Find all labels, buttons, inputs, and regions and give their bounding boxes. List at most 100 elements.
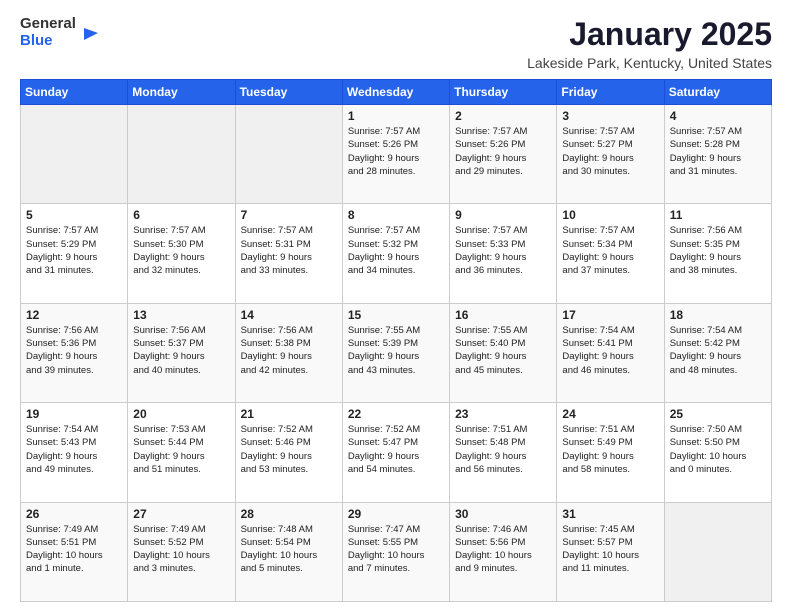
day-number: 7	[241, 208, 337, 222]
calendar-day-cell: 20Sunrise: 7:53 AM Sunset: 5:44 PM Dayli…	[128, 403, 235, 502]
day-info: Sunrise: 7:57 AM Sunset: 5:32 PM Dayligh…	[348, 224, 444, 277]
calendar-week-row: 1 Sunrise: 7:57 AM Sunset: 5:26 PM Daylig…	[21, 105, 772, 204]
day-number: 4	[670, 109, 766, 123]
day-number: 14	[241, 308, 337, 322]
day-info: Sunrise: 7:54 AM Sunset: 5:42 PM Dayligh…	[670, 324, 766, 377]
day-number: 12	[26, 308, 122, 322]
month-title: January 2025	[527, 16, 772, 53]
day-number: 24	[562, 407, 658, 421]
calendar-day-cell: 12 Sunrise: 7:56 AM Sunset: 5:36 PM Dayli…	[21, 303, 128, 402]
calendar-day-header: Friday	[557, 80, 664, 105]
calendar-day-header: Tuesday	[235, 80, 342, 105]
day-number: 6	[133, 208, 229, 222]
calendar-week-row: 12 Sunrise: 7:56 AM Sunset: 5:36 PM Dayli…	[21, 303, 772, 402]
day-number: 17	[562, 308, 658, 322]
calendar-day-cell: 26 Sunrise: 7:49 AM Sunset: 5:51 PM Dayli…	[21, 502, 128, 601]
day-info: Sunrise: 7:52 AM Sunset: 5:47 PM Dayligh…	[348, 423, 444, 476]
day-number: 2	[455, 109, 551, 123]
calendar-day-cell: 23 Sunrise: 7:51 AM Sunset: 5:48 PM Dayli…	[450, 403, 557, 502]
day-number: 26	[26, 507, 122, 521]
day-number: 1	[348, 109, 444, 123]
day-number: 18	[670, 308, 766, 322]
day-number: 5	[26, 208, 122, 222]
calendar-day-cell: 15 Sunrise: 7:55 AM Sunset: 5:39 PM Dayli…	[342, 303, 449, 402]
calendar-day-cell: 9Sunrise: 7:57 AM Sunset: 5:33 PM Daylig…	[450, 204, 557, 303]
day-info: Sunrise: 7:56 AM Sunset: 5:37 PM Dayligh…	[133, 324, 229, 377]
calendar-day-cell: 24 Sunrise: 7:51 AM Sunset: 5:49 PM Dayli…	[557, 403, 664, 502]
calendar-day-cell: 17 Sunrise: 7:54 AM Sunset: 5:41 PM Dayli…	[557, 303, 664, 402]
day-info: Sunrise: 7:52 AM Sunset: 5:46 PM Dayligh…	[241, 423, 337, 476]
day-number: 11	[670, 208, 766, 222]
day-info: Sunrise: 7:51 AM Sunset: 5:48 PM Dayligh…	[455, 423, 551, 476]
calendar-day-cell: 6 Sunrise: 7:57 AM Sunset: 5:30 PM Daylig…	[128, 204, 235, 303]
calendar-day-cell: 2 Sunrise: 7:57 AM Sunset: 5:26 PM Daylig…	[450, 105, 557, 204]
calendar-day-header: Saturday	[664, 80, 771, 105]
day-number: 13	[133, 308, 229, 322]
day-info: Sunrise: 7:55 AM Sunset: 5:40 PM Dayligh…	[455, 324, 551, 377]
day-info: Sunrise: 7:57 AM Sunset: 5:33 PM Dayligh…	[455, 224, 551, 277]
calendar-day-cell: 10Sunrise: 7:57 AM Sunset: 5:34 PM Dayli…	[557, 204, 664, 303]
logo-general: General	[20, 16, 76, 33]
day-info: Sunrise: 7:57 AM Sunset: 5:29 PM Dayligh…	[26, 224, 122, 277]
calendar-day-cell: 1 Sunrise: 7:57 AM Sunset: 5:26 PM Daylig…	[342, 105, 449, 204]
logo-blue: Blue	[20, 33, 76, 50]
calendar-week-row: 19Sunrise: 7:54 AM Sunset: 5:43 PM Dayli…	[21, 403, 772, 502]
day-number: 22	[348, 407, 444, 421]
calendar-day-cell	[235, 105, 342, 204]
calendar-day-header: Sunday	[21, 80, 128, 105]
day-number: 29	[348, 507, 444, 521]
day-number: 20	[133, 407, 229, 421]
calendar-day-cell: 25 Sunrise: 7:50 AM Sunset: 5:50 PM Dayli…	[664, 403, 771, 502]
day-number: 8	[348, 208, 444, 222]
day-info: Sunrise: 7:55 AM Sunset: 5:39 PM Dayligh…	[348, 324, 444, 377]
day-info: Sunrise: 7:57 AM Sunset: 5:31 PM Dayligh…	[241, 224, 337, 277]
day-info: Sunrise: 7:50 AM Sunset: 5:50 PM Dayligh…	[670, 423, 766, 476]
calendar-day-header: Monday	[128, 80, 235, 105]
day-info: Sunrise: 7:48 AM Sunset: 5:54 PM Dayligh…	[241, 523, 337, 576]
day-info: Sunrise: 7:57 AM Sunset: 5:30 PM Dayligh…	[133, 224, 229, 277]
day-info: Sunrise: 7:54 AM Sunset: 5:41 PM Dayligh…	[562, 324, 658, 377]
calendar-day-cell: 7 Sunrise: 7:57 AM Sunset: 5:31 PM Daylig…	[235, 204, 342, 303]
calendar-day-cell: 5 Sunrise: 7:57 AM Sunset: 5:29 PM Daylig…	[21, 204, 128, 303]
calendar-day-cell: 31Sunrise: 7:45 AM Sunset: 5:57 PM Dayli…	[557, 502, 664, 601]
calendar-day-cell: 22 Sunrise: 7:52 AM Sunset: 5:47 PM Dayli…	[342, 403, 449, 502]
day-info: Sunrise: 7:56 AM Sunset: 5:36 PM Dayligh…	[26, 324, 122, 377]
calendar-week-row: 26 Sunrise: 7:49 AM Sunset: 5:51 PM Dayli…	[21, 502, 772, 601]
day-number: 27	[133, 507, 229, 521]
calendar-day-cell: 27 Sunrise: 7:49 AM Sunset: 5:52 PM Dayli…	[128, 502, 235, 601]
calendar-day-cell: 4 Sunrise: 7:57 AM Sunset: 5:28 PM Daylig…	[664, 105, 771, 204]
calendar-day-cell: 14 Sunrise: 7:56 AM Sunset: 5:38 PM Dayli…	[235, 303, 342, 402]
day-number: 21	[241, 407, 337, 421]
day-info: Sunrise: 7:57 AM Sunset: 5:26 PM Dayligh…	[455, 125, 551, 178]
calendar-day-cell: 29 Sunrise: 7:47 AM Sunset: 5:55 PM Dayli…	[342, 502, 449, 601]
calendar-day-header: Wednesday	[342, 80, 449, 105]
day-info: Sunrise: 7:57 AM Sunset: 5:28 PM Dayligh…	[670, 125, 766, 178]
day-info: Sunrise: 7:46 AM Sunset: 5:56 PM Dayligh…	[455, 523, 551, 576]
day-number: 28	[241, 507, 337, 521]
calendar-day-cell	[128, 105, 235, 204]
calendar-day-cell: 11Sunrise: 7:56 AM Sunset: 5:35 PM Dayli…	[664, 204, 771, 303]
calendar-week-row: 5 Sunrise: 7:57 AM Sunset: 5:29 PM Daylig…	[21, 204, 772, 303]
day-info: Sunrise: 7:57 AM Sunset: 5:26 PM Dayligh…	[348, 125, 444, 178]
calendar-day-cell: 19Sunrise: 7:54 AM Sunset: 5:43 PM Dayli…	[21, 403, 128, 502]
day-info: Sunrise: 7:57 AM Sunset: 5:27 PM Dayligh…	[562, 125, 658, 178]
day-info: Sunrise: 7:49 AM Sunset: 5:52 PM Dayligh…	[133, 523, 229, 576]
day-number: 25	[670, 407, 766, 421]
calendar-day-cell	[664, 502, 771, 601]
calendar-day-cell: 28 Sunrise: 7:48 AM Sunset: 5:54 PM Dayli…	[235, 502, 342, 601]
day-number: 30	[455, 507, 551, 521]
header: General Blue January 2025 Lakeside Park,…	[20, 16, 772, 71]
calendar-day-cell: 18 Sunrise: 7:54 AM Sunset: 5:42 PM Dayli…	[664, 303, 771, 402]
day-info: Sunrise: 7:56 AM Sunset: 5:38 PM Dayligh…	[241, 324, 337, 377]
location: Lakeside Park, Kentucky, United States	[527, 55, 772, 71]
day-number: 15	[348, 308, 444, 322]
day-number: 16	[455, 308, 551, 322]
calendar-day-cell: 3 Sunrise: 7:57 AM Sunset: 5:27 PM Daylig…	[557, 105, 664, 204]
day-info: Sunrise: 7:45 AM Sunset: 5:57 PM Dayligh…	[562, 523, 658, 576]
day-number: 3	[562, 109, 658, 123]
day-info: Sunrise: 7:47 AM Sunset: 5:55 PM Dayligh…	[348, 523, 444, 576]
day-info: Sunrise: 7:51 AM Sunset: 5:49 PM Dayligh…	[562, 423, 658, 476]
day-info: Sunrise: 7:49 AM Sunset: 5:51 PM Dayligh…	[26, 523, 122, 576]
calendar-day-header: Thursday	[450, 80, 557, 105]
day-number: 23	[455, 407, 551, 421]
